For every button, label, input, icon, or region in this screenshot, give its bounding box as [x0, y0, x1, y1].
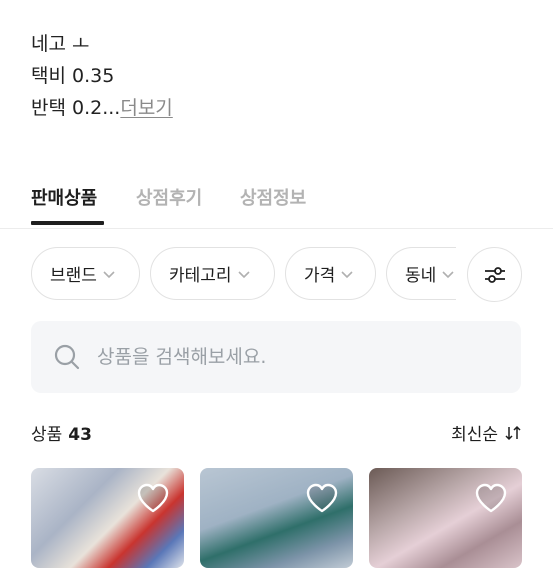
more-link[interactable]: 더보기 [120, 97, 172, 119]
shop-description: 네고 ㅗ 택비 0.35 반택 0.2...더보기 [31, 28, 173, 124]
tab-reviews[interactable]: 상점후기 [136, 184, 202, 210]
heart-icon[interactable] [305, 482, 339, 514]
product-card-1[interactable] [31, 468, 184, 568]
tab-shop-info[interactable]: 상점정보 [240, 184, 306, 210]
tab-products[interactable]: 판매상품 [31, 184, 97, 210]
filter-settings-button[interactable] [467, 247, 522, 302]
active-tab-indicator [31, 221, 104, 225]
chevron-down-icon [442, 270, 454, 278]
product-count-label: 상품 [31, 425, 63, 445]
filter-price-chip[interactable]: 가격 [285, 247, 376, 300]
description-line-3: 반택 0.2...더보기 [31, 92, 173, 124]
search-input[interactable] [95, 345, 499, 369]
filter-category-label: 카테고리 [169, 266, 232, 286]
search-icon [54, 344, 80, 370]
product-search-box[interactable] [31, 321, 521, 393]
product-count-number: 43 [68, 425, 92, 445]
filter-neighborhood-chip[interactable]: 동네 [386, 247, 456, 300]
sort-arrows-icon [505, 425, 521, 440]
chevron-down-icon [103, 270, 115, 278]
filter-brand-label: 브랜드 [50, 266, 97, 286]
filter-category-chip[interactable]: 카테고리 [150, 247, 275, 300]
description-line-3-text: 반택 0.2... [31, 97, 121, 119]
description-line-1: 네고 ㅗ [31, 33, 90, 55]
shop-tabs: 판매상품 상점후기 상점정보 [0, 176, 553, 229]
heart-icon[interactable] [474, 482, 508, 514]
sort-button[interactable]: 최신순 [451, 420, 522, 445]
heart-icon[interactable] [136, 482, 170, 514]
filter-brand-chip[interactable]: 브랜드 [31, 247, 140, 300]
filter-neighborhood-label: 동네 [405, 266, 437, 286]
description-line-2: 택비 0.35 [31, 65, 115, 87]
product-count: 상품 43 [31, 420, 92, 445]
chevron-down-icon [341, 270, 353, 278]
sort-label: 최신순 [451, 425, 498, 445]
chevron-down-icon [237, 270, 250, 278]
sliders-icon [484, 266, 505, 283]
product-card-3[interactable] [369, 468, 522, 568]
product-card-2[interactable] [200, 468, 353, 568]
filter-price-label: 가격 [304, 266, 336, 286]
products-header: 상품 43 최신순 [31, 420, 522, 445]
